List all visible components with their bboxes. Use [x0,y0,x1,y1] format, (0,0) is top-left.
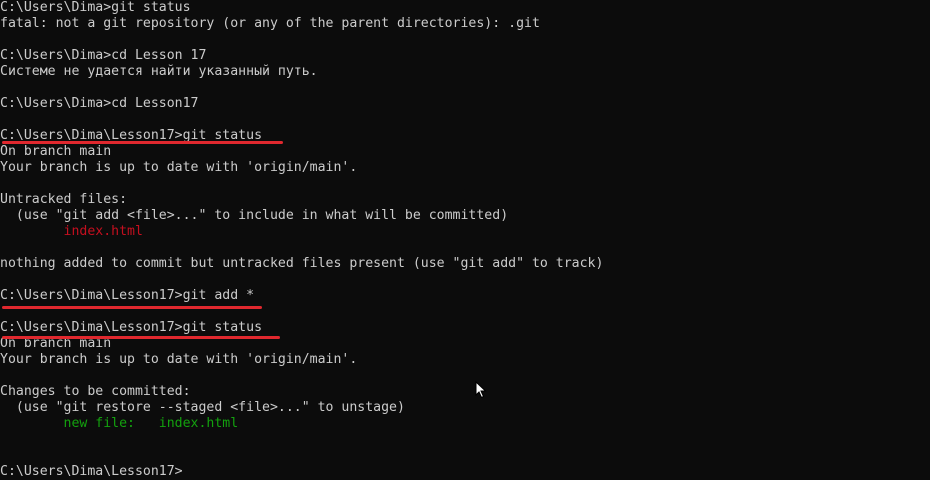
annotation-underline [2,336,280,339]
terminal-line-prompt-git-add: C:\Users\Dima\Lesson17>git add * [0,288,255,303]
annotation-underline [2,141,283,144]
untracked-file-entry: index.html [0,224,143,239]
terminal-line: Your branch is up to date with 'origin/m… [0,160,358,175]
terminal-window[interactable]: C:\Users\Dima>git status fatal: not a gi… [0,0,930,480]
terminal-line: nothing added to commit but untracked fi… [0,256,604,271]
annotation-underline [2,306,262,309]
terminal-line: (use "git restore --staged <file>..." to… [0,400,405,415]
mouse-pointer-icon [475,381,487,399]
terminal-line: Системе не удается найти указанный путь. [0,64,318,79]
staged-file-entry: new file: index.html [0,416,239,431]
terminal-line: (use "git add <file>..." to include in w… [0,208,509,223]
terminal-line: Changes to be committed: [0,384,191,399]
terminal-line: Your branch is up to date with 'origin/m… [0,352,358,367]
terminal-line: C:\Users\Dima>cd Lesson17 [0,96,199,111]
terminal-line: fatal: not a git repository (or any of t… [0,16,540,31]
terminal-current-prompt[interactable]: C:\Users\Dima\Lesson17> [0,464,183,480]
terminal-line: C:\Users\Dima>cd Lesson 17 [0,48,207,63]
terminal-line-prompt-git-status: C:\Users\Dima\Lesson17>git status [0,320,263,335]
terminal-line: On branch main [0,144,112,159]
terminal-line: Untracked files: [0,192,128,207]
terminal-line: C:\Users\Dima>git status [0,0,191,15]
